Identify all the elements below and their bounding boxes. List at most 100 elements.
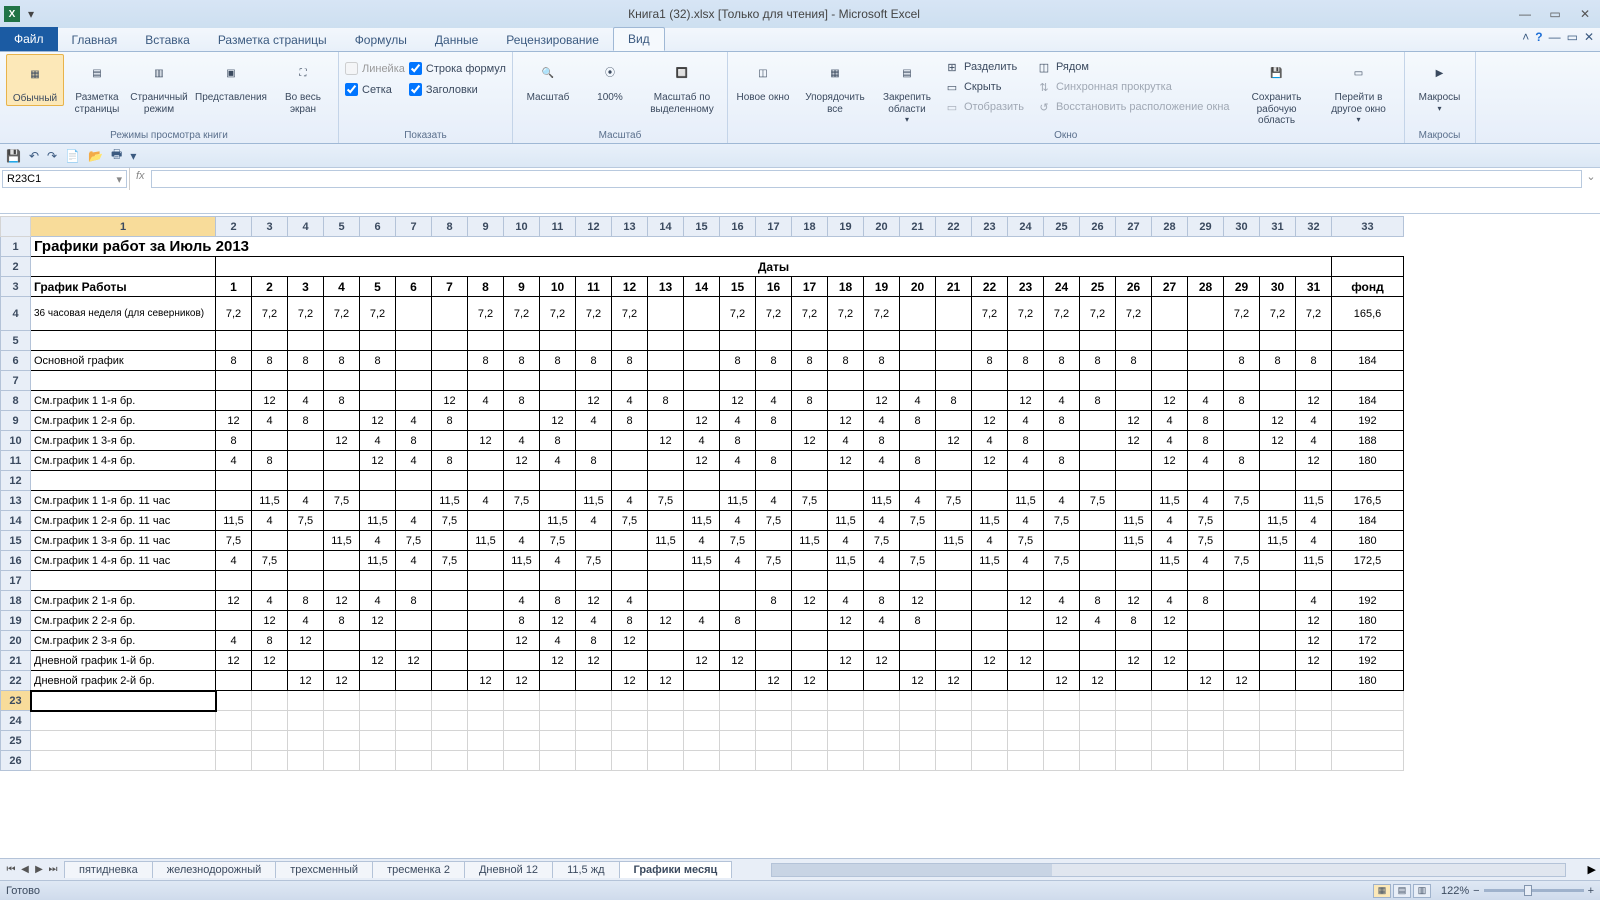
data-cell[interactable]: 4 <box>864 551 900 571</box>
data-cell[interactable] <box>252 671 288 691</box>
data-cell[interactable] <box>1332 751 1404 771</box>
data-cell[interactable]: 8 <box>1044 411 1080 431</box>
data-cell[interactable]: 11,5 <box>1296 491 1332 511</box>
data-cell[interactable] <box>324 371 360 391</box>
data-cell[interactable] <box>828 691 864 711</box>
data-cell[interactable]: 7,5 <box>288 511 324 531</box>
data-cell[interactable] <box>936 571 972 591</box>
col-header[interactable]: 24 <box>1008 217 1044 237</box>
view-fullscreen-button[interactable]: ⛶Во весь экран <box>274 54 332 115</box>
data-cell[interactable] <box>468 591 504 611</box>
data-cell[interactable] <box>1260 631 1296 651</box>
name-box[interactable]: R23C1▾ <box>2 170 127 188</box>
data-cell[interactable]: 8 <box>468 351 504 371</box>
data-cell[interactable]: 12 <box>288 671 324 691</box>
data-cell[interactable] <box>324 751 360 771</box>
sheet-nav-next-icon[interactable]: ▶ <box>32 864 46 875</box>
fund-cell[interactable]: 172 <box>1332 631 1404 651</box>
data-cell[interactable] <box>612 431 648 451</box>
data-cell[interactable]: 8 <box>288 411 324 431</box>
data-cell[interactable]: 7,2 <box>1116 297 1152 331</box>
data-cell[interactable]: 4 <box>684 431 720 451</box>
data-cell[interactable]: 4 <box>576 511 612 531</box>
data-cell[interactable]: 8 <box>576 451 612 471</box>
data-cell[interactable] <box>504 651 540 671</box>
data-cell[interactable] <box>1008 731 1044 751</box>
data-cell[interactable]: 4 <box>1044 491 1080 511</box>
data-cell[interactable] <box>1224 751 1260 771</box>
data-cell[interactable]: 11,5 <box>1008 491 1044 511</box>
data-cell[interactable] <box>540 571 576 591</box>
data-cell[interactable]: 12 <box>504 671 540 691</box>
scroll-right-icon[interactable]: ▶ <box>1584 863 1600 876</box>
data-cell[interactable] <box>396 631 432 651</box>
data-cell[interactable]: 4 <box>1152 411 1188 431</box>
data-cell[interactable]: 7,5 <box>1188 531 1224 551</box>
data-cell[interactable]: 12 <box>576 391 612 411</box>
data-cell[interactable]: 7,5 <box>324 491 360 511</box>
data-cell[interactable] <box>540 371 576 391</box>
row-header[interactable]: 24 <box>1 711 31 731</box>
data-cell[interactable]: 8 <box>936 391 972 411</box>
data-cell[interactable]: 7,2 <box>324 297 360 331</box>
data-cell[interactable] <box>828 731 864 751</box>
data-cell[interactable] <box>1080 411 1116 431</box>
data-cell[interactable] <box>612 691 648 711</box>
row-label[interactable] <box>31 331 216 351</box>
data-cell[interactable] <box>31 691 216 711</box>
data-cell[interactable] <box>288 651 324 671</box>
data-cell[interactable]: 7,2 <box>252 297 288 331</box>
data-cell[interactable] <box>504 371 540 391</box>
data-cell[interactable]: 11,5 <box>828 551 864 571</box>
data-cell[interactable]: 12 <box>216 411 252 431</box>
col-header[interactable]: 6 <box>360 217 396 237</box>
data-cell[interactable] <box>900 371 936 391</box>
zoom-level[interactable]: 122% <box>1441 885 1469 897</box>
data-cell[interactable]: 11,5 <box>828 511 864 531</box>
data-cell[interactable] <box>396 731 432 751</box>
data-cell[interactable]: 4 <box>900 391 936 411</box>
data-cell[interactable] <box>936 731 972 751</box>
data-cell[interactable] <box>1044 631 1080 651</box>
data-cell[interactable] <box>648 351 684 371</box>
data-cell[interactable]: 8 <box>720 351 756 371</box>
data-cell[interactable] <box>828 751 864 771</box>
data-cell[interactable] <box>288 691 324 711</box>
col-header[interactable]: 32 <box>1296 217 1332 237</box>
data-cell[interactable] <box>1152 731 1188 751</box>
row-header[interactable]: 11 <box>1 451 31 471</box>
data-cell[interactable]: 7,2 <box>720 297 756 331</box>
data-cell[interactable]: 7,2 <box>1260 297 1296 331</box>
data-cell[interactable]: 4 <box>1008 451 1044 471</box>
data-cell[interactable] <box>1224 651 1260 671</box>
data-cell[interactable]: 4 <box>756 491 792 511</box>
data-cell[interactable] <box>684 371 720 391</box>
data-cell[interactable] <box>1116 711 1152 731</box>
data-cell[interactable] <box>1116 671 1152 691</box>
data-cell[interactable]: 11,5 <box>1260 511 1296 531</box>
data-cell[interactable]: 11,5 <box>468 531 504 551</box>
data-cell[interactable] <box>252 571 288 591</box>
data-cell[interactable] <box>648 297 684 331</box>
data-cell[interactable]: 7,5 <box>1044 511 1080 531</box>
data-cell[interactable]: 12 <box>972 451 1008 471</box>
row-label[interactable]: См.график 2 2-я бр. <box>31 611 216 631</box>
data-cell[interactable] <box>468 711 504 731</box>
data-cell[interactable] <box>1224 371 1260 391</box>
data-cell[interactable]: 8 <box>1080 391 1116 411</box>
col-header[interactable]: 28 <box>1152 217 1188 237</box>
data-cell[interactable] <box>1008 471 1044 491</box>
data-cell[interactable] <box>972 331 1008 351</box>
data-cell[interactable] <box>900 631 936 651</box>
data-cell[interactable]: 4 <box>864 611 900 631</box>
data-cell[interactable]: 7,2 <box>828 297 864 331</box>
sheet-tab[interactable]: 11,5 жд <box>552 861 619 878</box>
col-header[interactable]: 10 <box>504 217 540 237</box>
data-cell[interactable] <box>252 691 288 711</box>
col-header[interactable]: 23 <box>972 217 1008 237</box>
data-cell[interactable] <box>1080 571 1116 591</box>
data-cell[interactable] <box>648 571 684 591</box>
data-cell[interactable] <box>396 471 432 491</box>
data-cell[interactable] <box>684 671 720 691</box>
split-button[interactable]: ⊞Разделить <box>940 58 1028 76</box>
